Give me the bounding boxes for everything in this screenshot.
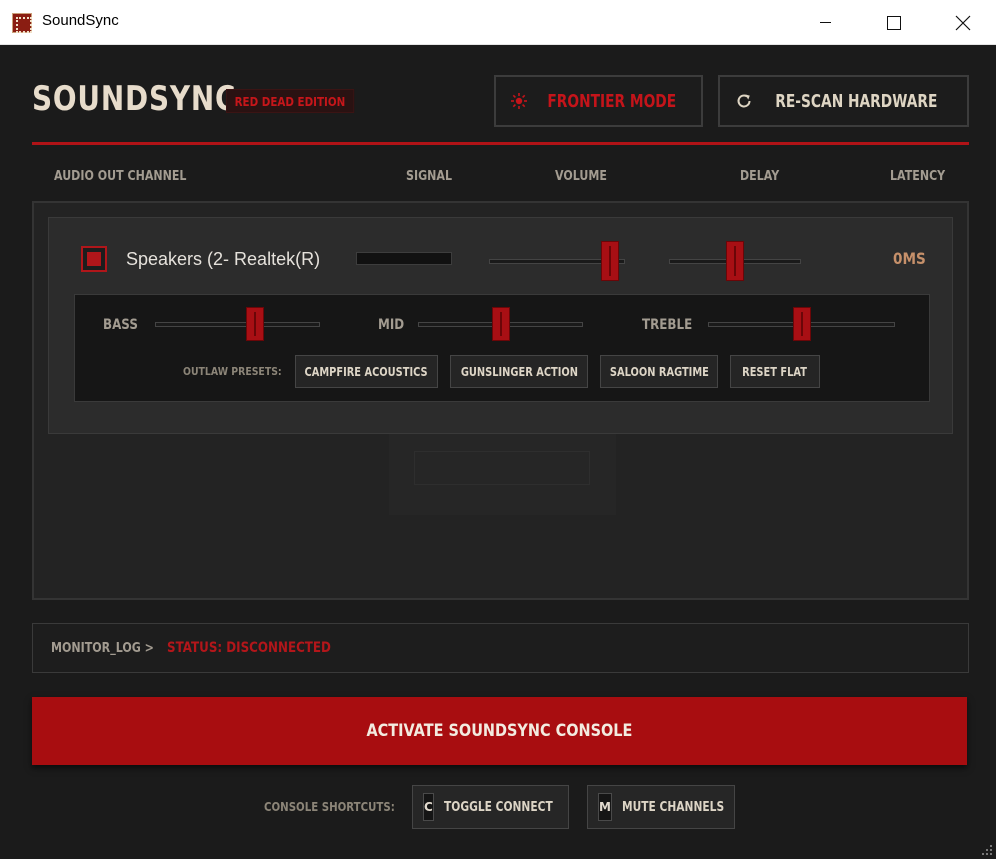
- preset-campfire-label: CAMPFIRE ACOUSTICS: [304, 364, 429, 379]
- frontier-mode-button[interactable]: FRONTIER MODE: [494, 75, 703, 127]
- mid-slider[interactable]: [418, 307, 583, 341]
- treble-thumb[interactable]: [793, 307, 811, 341]
- preset-gunslinger-button[interactable]: GUNSLINGER ACTION: [450, 355, 588, 388]
- empty-placeholder: [389, 431, 616, 515]
- column-header-channel: AUDIO OUT CHANNEL: [54, 169, 187, 184]
- app-body: SOUNDSYNC RED DEAD EDITION FRONTIER MODE…: [0, 45, 996, 859]
- channel-name: Speakers (2- Realtek(R): [126, 249, 321, 269]
- placeholder-frame: [414, 451, 590, 485]
- monitor-log: MONITOR_LOG > STATUS: DISCONNECTED: [32, 623, 969, 673]
- preset-saloon-button[interactable]: SALOON RAGTIME: [600, 355, 718, 388]
- preset-reset-button[interactable]: RESET FLAT: [730, 355, 820, 388]
- window-titlebar: SoundSync: [0, 0, 996, 45]
- log-prefix: MONITOR_LOG >: [51, 641, 154, 656]
- column-header-signal: SIGNAL: [406, 169, 452, 184]
- app-logo: SOUNDSYNC: [32, 79, 237, 119]
- mid-thumb[interactable]: [492, 307, 510, 341]
- activate-console-button[interactable]: ACTIVATE SOUNDSYNC CONSOLE: [32, 697, 967, 765]
- mute-key: M: [598, 793, 612, 821]
- close-icon: [955, 15, 971, 30]
- minimize-icon: [819, 22, 831, 23]
- delay-thumb[interactable]: [726, 241, 744, 281]
- bass-track: [155, 322, 320, 327]
- frontier-mode-label: FRONTIER MODE: [547, 90, 676, 112]
- bass-thumb[interactable]: [246, 307, 264, 341]
- volume-slider[interactable]: [489, 241, 625, 281]
- connect-key: C: [423, 793, 434, 821]
- toggle-connect-shortcut[interactable]: C TOGGLE CONNECT: [412, 785, 569, 829]
- column-header-latency: LATENCY: [890, 169, 946, 184]
- window-title: SoundSync: [42, 12, 119, 29]
- column-header-delay: DELAY: [740, 169, 780, 184]
- shortcuts-label: CONSOLE SHORTCUTS:: [264, 800, 395, 814]
- mute-channels-label: MUTE CHANNELS: [621, 799, 725, 815]
- latency-value: 0MS: [893, 249, 926, 268]
- volume-thumb[interactable]: [601, 241, 619, 281]
- toggle-connect-label: TOGGLE CONNECT: [443, 799, 553, 815]
- eq-panel: BASS MID TREBLE OUTLAW PRESETS: CAMPFIRE…: [74, 294, 930, 402]
- preset-gunslinger-label: GUNSLINGER ACTION: [460, 364, 578, 379]
- presets-label: OUTLAW PRESETS:: [183, 365, 282, 378]
- refresh-icon: [737, 94, 751, 108]
- column-header-volume: VOLUME: [555, 169, 607, 184]
- signal-meter: [356, 252, 452, 265]
- rescan-hardware-label: RE-SCAN HARDWARE: [775, 90, 938, 112]
- preset-reset-label: RESET FLAT: [742, 364, 808, 379]
- preset-campfire-button[interactable]: CAMPFIRE ACOUSTICS: [295, 355, 438, 388]
- close-button[interactable]: [940, 0, 986, 45]
- channel-enable-checkbox[interactable]: [81, 246, 107, 272]
- channels-panel: Speakers (2- Realtek(R) 0MS BASS MID TRE…: [32, 201, 969, 600]
- resize-grip-icon[interactable]: [981, 844, 993, 856]
- activate-console-label: ACTIVATE SOUNDSYNC CONSOLE: [366, 721, 633, 741]
- rescan-hardware-button[interactable]: RE-SCAN HARDWARE: [718, 75, 969, 127]
- treble-label: TREBLE: [642, 317, 693, 333]
- preset-saloon-label: SALOON RAGTIME: [609, 364, 709, 379]
- header-divider: [32, 142, 969, 145]
- maximize-icon: [887, 15, 901, 30]
- mid-label: MID: [378, 317, 405, 333]
- treble-slider[interactable]: [708, 307, 895, 341]
- edition-badge: RED DEAD EDITION: [226, 89, 354, 113]
- bass-label: BASS: [103, 317, 138, 333]
- minimize-button[interactable]: [802, 0, 848, 45]
- channel-row: Speakers (2- Realtek(R) 0MS BASS MID TRE…: [48, 217, 953, 434]
- mute-channels-shortcut[interactable]: M MUTE CHANNELS: [587, 785, 735, 829]
- delay-slider[interactable]: [669, 241, 801, 281]
- sun-icon: [510, 93, 527, 109]
- bass-slider[interactable]: [155, 307, 320, 341]
- connection-status: STATUS: DISCONNECTED: [167, 640, 331, 656]
- maximize-button[interactable]: [871, 0, 917, 45]
- app-icon: [12, 13, 32, 33]
